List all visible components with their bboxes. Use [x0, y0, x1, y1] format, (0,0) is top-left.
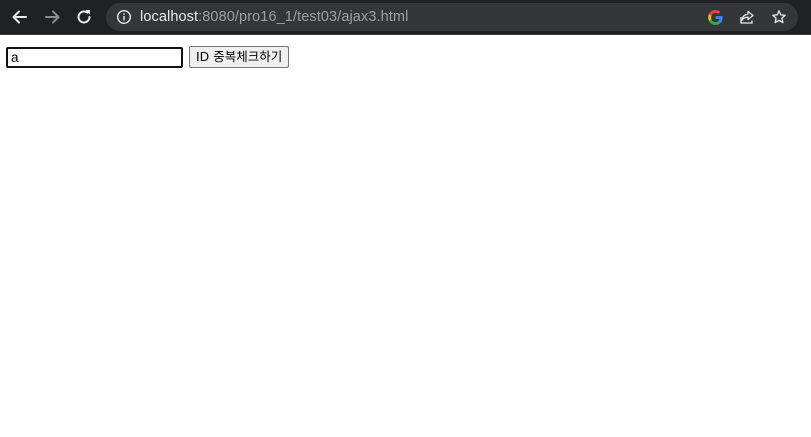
page-content: ID 중복체크하기 — [0, 36, 811, 437]
id-duplicate-check-button[interactable]: ID 중복체크하기 — [189, 46, 290, 68]
address-bar[interactable]: localhost:8080/pro16_1/test03/ajax3.html — [106, 3, 798, 31]
star-icon[interactable] — [770, 8, 788, 26]
browser-toolbar: localhost:8080/pro16_1/test03/ajax3.html — [0, 0, 811, 35]
reload-icon[interactable] — [72, 6, 96, 28]
url-host: localhost — [140, 9, 199, 25]
id-input[interactable] — [6, 47, 183, 68]
google-icon[interactable] — [706, 8, 724, 26]
url-text: localhost:8080/pro16_1/test03/ajax3.html — [140, 3, 408, 31]
url-path: :8080/pro16_1/test03/ajax3.html — [198, 9, 409, 25]
forward-arrow-icon[interactable] — [40, 6, 64, 28]
back-arrow-icon[interactable] — [8, 6, 32, 28]
share-icon[interactable] — [738, 8, 756, 26]
info-icon[interactable] — [116, 9, 132, 25]
